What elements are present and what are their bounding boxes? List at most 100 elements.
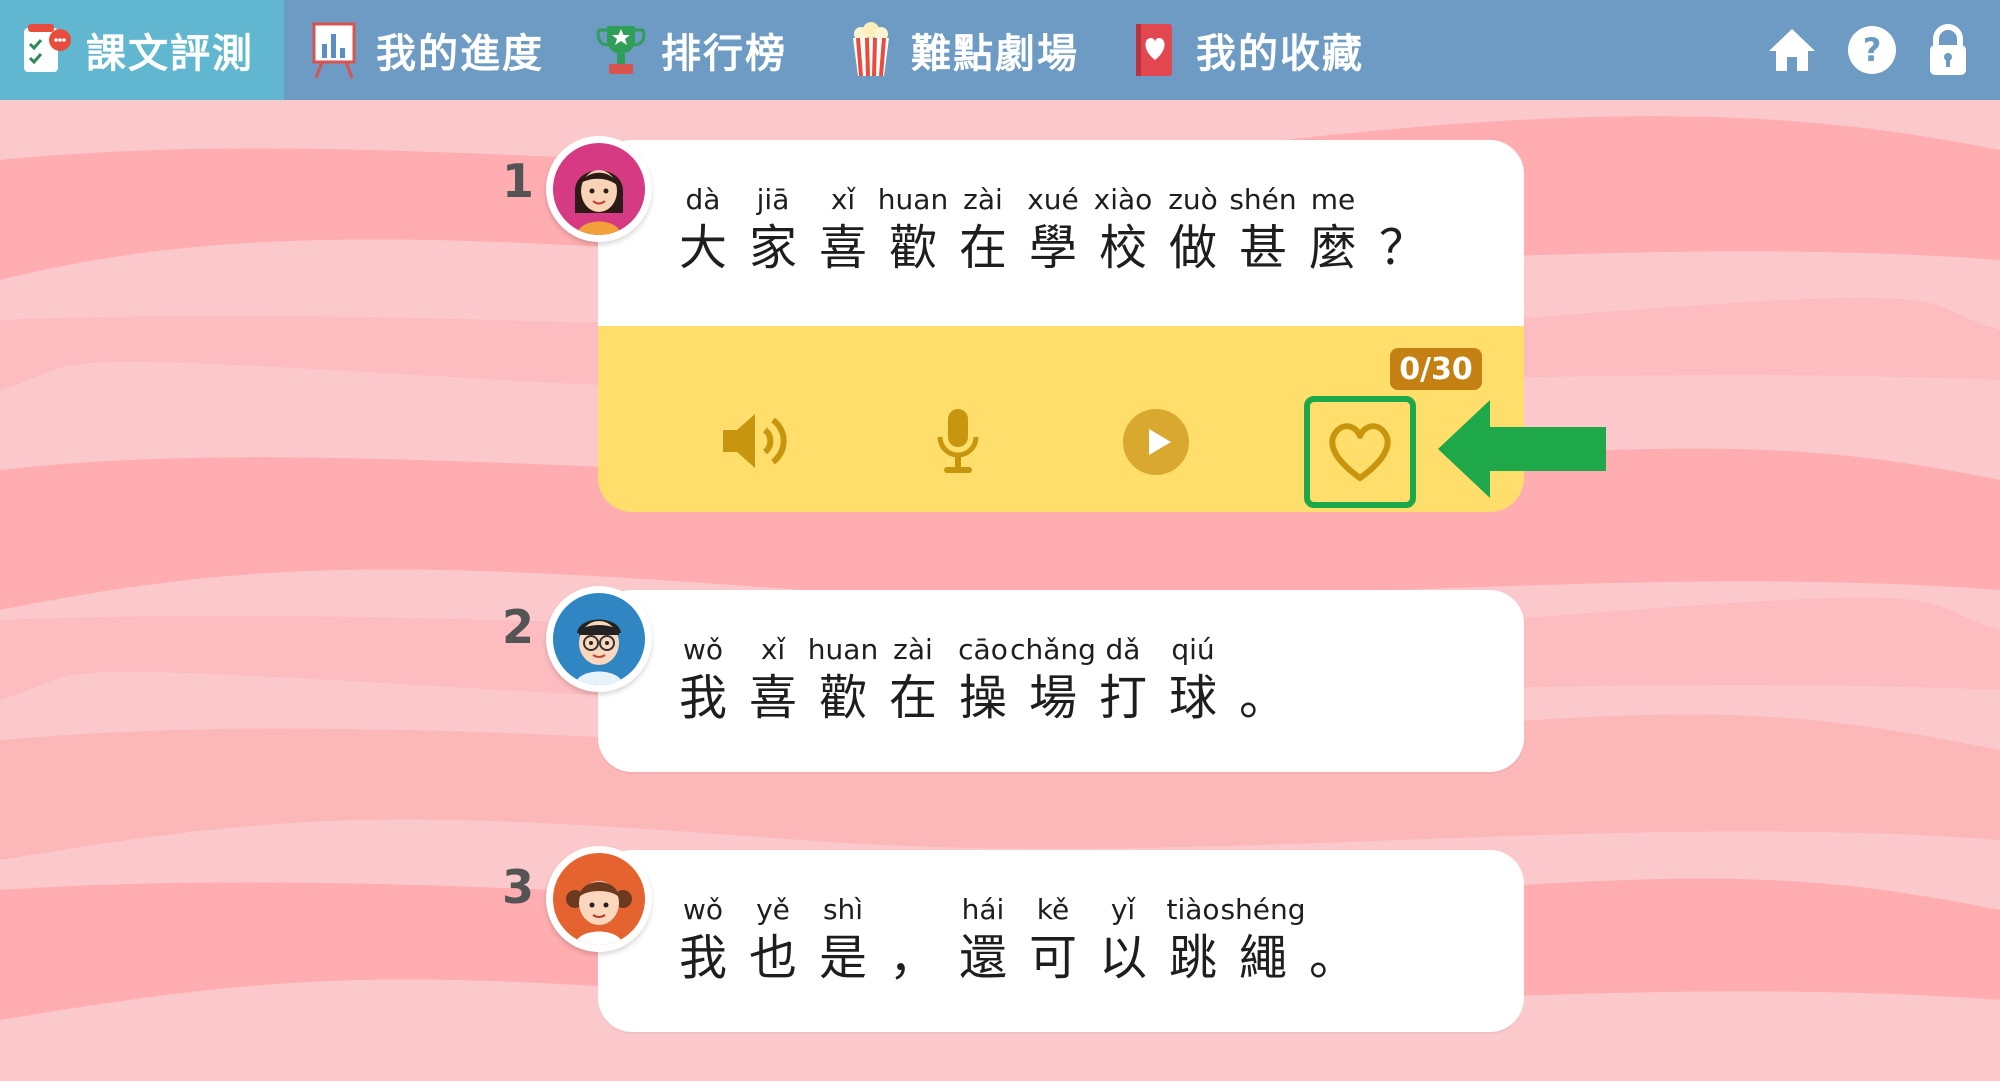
- pinyin: zài: [893, 633, 933, 666]
- hanzi: 學: [1028, 220, 1077, 276]
- hanzi: 我: [678, 930, 727, 986]
- lock-icon[interactable]: [1918, 20, 1978, 80]
- sentence: wǒ 我 xǐ 喜 huan 歡 zài 在 cāo 操 chǎng 場 dǎ 打 qiú 球。: [668, 632, 1298, 730]
- character-unit: zài 在: [878, 632, 948, 730]
- play-icon[interactable]: [1118, 404, 1194, 480]
- hanzi: 也: [748, 930, 797, 986]
- character-unit: wǒ 我: [668, 892, 738, 990]
- line-number: 2: [502, 600, 535, 654]
- hanzi: 以: [1098, 930, 1147, 986]
- hanzi: 我: [678, 670, 727, 726]
- hanzi: 跳: [1168, 930, 1217, 986]
- pinyin: xué: [1027, 183, 1079, 216]
- chart-board-icon: [310, 20, 362, 80]
- heart-icon[interactable]: [1310, 402, 1410, 502]
- pinyin: shì: [822, 893, 864, 926]
- character-unit: huan 歡: [878, 182, 948, 280]
- character-unit: xiào 校: [1088, 182, 1158, 280]
- hanzi: 做: [1168, 220, 1217, 276]
- checklist-icon: [20, 20, 72, 80]
- nav-label: 課文評測: [86, 31, 254, 77]
- home-icon[interactable]: [1762, 20, 1822, 80]
- sentence: wǒ 我 yě 也 shì 是 ， hái 還 kě 可 yǐ 以 tiào 跳 shéng 繩。: [668, 892, 1368, 990]
- hanzi: 是: [818, 930, 867, 986]
- pinyin: wǒ: [682, 633, 724, 666]
- nav-tab-my-favorites[interactable]: 我的收藏: [1130, 0, 1364, 100]
- nav-tab-leaderboard[interactable]: 排行榜: [595, 0, 787, 100]
- pinyin: shén: [1229, 183, 1297, 216]
- pinyin: yě: [756, 893, 790, 926]
- character-unit: zài 在: [948, 182, 1018, 280]
- speaker-icon[interactable]: [716, 396, 796, 486]
- sentence-card[interactable]: wǒ 我 yě 也 shì 是 ， hái 還 kě 可 yǐ 以 tiào 跳 shéng 繩。: [598, 850, 1524, 1032]
- character-unit: shén 甚: [1228, 182, 1298, 280]
- pinyin: xiào: [1093, 183, 1153, 216]
- character-unit: dǎ 打: [1088, 632, 1158, 730]
- pinyin: jiā: [756, 183, 790, 216]
- nav-label: 難點劇場: [911, 31, 1079, 77]
- pinyin: shéng: [1220, 893, 1306, 926]
- microphone-icon[interactable]: [928, 392, 988, 492]
- hanzi: 麼: [1308, 220, 1357, 276]
- hanzi: 校: [1098, 220, 1147, 276]
- character-unit: xué 學: [1018, 182, 1088, 280]
- pinyin: xǐ: [760, 633, 786, 666]
- hanzi: 喜: [748, 670, 797, 726]
- character-unit: qiú 球: [1158, 632, 1228, 730]
- character-unit: 。: [1298, 892, 1368, 990]
- pinyin: yǐ: [1110, 893, 1136, 926]
- hanzi: 繩: [1238, 930, 1287, 986]
- green-arrow-pointer: [1438, 400, 1606, 498]
- pinyin: me: [1310, 183, 1356, 216]
- character-unit: huan 歡: [808, 632, 878, 730]
- hanzi: 在: [958, 220, 1007, 276]
- top-navigation: 課文評測 我的進度 排行榜 難點劇場 我的收藏 ?: [0, 0, 2000, 100]
- character-unit: me 麼: [1298, 182, 1368, 280]
- hanzi: 場: [1028, 670, 1077, 726]
- pinyin: xǐ: [830, 183, 856, 216]
- girl-pigtails-avatar: [546, 846, 652, 952]
- pinyin: zài: [963, 183, 1003, 216]
- boy-glasses-avatar: [546, 586, 652, 692]
- hanzi: ，: [888, 930, 937, 986]
- nav-tab-my-progress[interactable]: 我的進度: [310, 0, 544, 100]
- hanzi: 還: [958, 930, 1007, 986]
- hanzi: 可: [1028, 930, 1077, 986]
- nav-tab-difficulty-theater[interactable]: 難點劇場: [845, 0, 1079, 100]
- character-unit: jiā 家: [738, 182, 808, 280]
- pinyin: dà: [685, 183, 721, 216]
- character-unit: xǐ 喜: [808, 182, 878, 280]
- character-unit: ？: [1368, 182, 1438, 280]
- character-unit: shéng 繩: [1220, 892, 1305, 990]
- hanzi: 喜: [818, 220, 867, 276]
- hanzi: 歡: [888, 220, 937, 276]
- line-number: 3: [502, 860, 535, 914]
- trophy-icon: [595, 20, 647, 80]
- sentence-card[interactable]: wǒ 我 xǐ 喜 huan 歡 zài 在 cāo 操 chǎng 場 dǎ 打 qiú 球。: [598, 590, 1524, 772]
- character-unit: dà 大: [668, 182, 738, 280]
- pinyin: dǎ: [1105, 633, 1141, 666]
- hanzi: 歡: [818, 670, 867, 726]
- hanzi: 大: [678, 220, 727, 276]
- nav-label: 我的收藏: [1196, 31, 1364, 77]
- pinyin: tiào: [1166, 893, 1220, 926]
- hanzi: 。: [1238, 670, 1287, 726]
- hanzi: 甚: [1238, 220, 1287, 276]
- character-unit: chǎng 場: [1010, 632, 1096, 730]
- nav-label: 排行榜: [661, 31, 787, 77]
- help-icon[interactable]: ?: [1842, 20, 1902, 80]
- hanzi: 球: [1168, 670, 1217, 726]
- character-unit: cāo 操: [948, 632, 1018, 730]
- character-unit: yǐ 以: [1088, 892, 1158, 990]
- character-unit: wǒ 我: [668, 632, 738, 730]
- nav-tab-lesson-assessment[interactable]: 課文評測: [0, 0, 284, 100]
- character-unit: zuò 做: [1158, 182, 1228, 280]
- favorites-counter: 0/30: [1390, 348, 1482, 390]
- hanzi: 家: [748, 220, 797, 276]
- pinyin: cāo: [958, 633, 1008, 666]
- nav-label: 我的進度: [376, 31, 544, 77]
- hanzi: 操: [958, 670, 1007, 726]
- pinyin: qiú: [1171, 633, 1215, 666]
- character-unit: kě 可: [1018, 892, 1088, 990]
- pinyin: zuò: [1168, 183, 1218, 216]
